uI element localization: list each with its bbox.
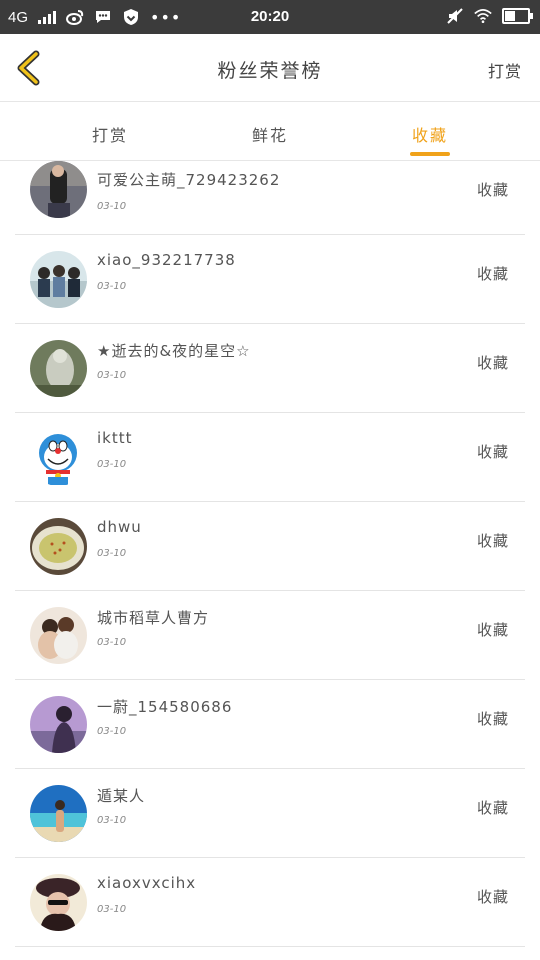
fan-list: 可爱公主萌_729423262 03-10 收藏 xiao_932217738 … xyxy=(0,161,540,947)
active-tab-indicator xyxy=(410,152,450,156)
favorite-label: 收藏 xyxy=(476,181,509,199)
favorite-label: 收藏 xyxy=(476,710,509,728)
list-item[interactable]: dhwu 03-10 收藏 xyxy=(15,502,525,591)
list-item[interactable]: 遁某人 03-10 收藏 xyxy=(15,769,525,858)
list-item[interactable]: ★逝去的&夜的星空☆ 03-10 收藏 xyxy=(15,324,525,413)
date-label: 03-10 xyxy=(97,281,127,292)
avatar xyxy=(30,518,87,575)
date-label: 03-10 xyxy=(97,370,127,381)
list-item[interactable]: xiaoxvxcihx 03-10 收藏 xyxy=(15,858,525,947)
avatar xyxy=(30,874,87,931)
date-label: 03-10 xyxy=(97,726,127,737)
status-bar: 4G ••• 20:20 xyxy=(0,0,540,34)
favorite-label: 收藏 xyxy=(476,354,509,372)
favorite-label: 收藏 xyxy=(476,621,509,639)
avatar xyxy=(30,340,87,397)
list-item[interactable]: xiao_932217738 03-10 收藏 xyxy=(15,235,525,324)
date-label: 03-10 xyxy=(97,815,127,826)
tab-favorites[interactable]: 收藏 xyxy=(390,122,470,146)
date-label: 03-10 xyxy=(97,637,127,648)
date-label: 03-10 xyxy=(97,548,127,559)
avatar xyxy=(30,607,87,664)
avatar xyxy=(30,429,87,486)
user-name: 一蔚_154580686 xyxy=(97,698,233,716)
list-item[interactable]: 城市稻草人曹方 03-10 收藏 xyxy=(15,591,525,680)
user-name: xiaoxvxcihx xyxy=(97,874,197,892)
favorite-label: 收藏 xyxy=(476,532,509,550)
battery-icon xyxy=(502,8,533,24)
avatar xyxy=(30,696,87,753)
user-name: 可爱公主萌_729423262 xyxy=(97,171,281,189)
favorite-label: 收藏 xyxy=(476,443,509,461)
user-name: 城市稻草人曹方 xyxy=(97,609,210,627)
app-header: 粉丝荣誉榜 打赏 xyxy=(0,34,540,102)
date-label: 03-10 xyxy=(97,904,127,915)
tab-bar: 打赏 鲜花 收藏 xyxy=(0,102,540,161)
list-item[interactable]: ikttt 03-10 收藏 xyxy=(15,413,525,502)
user-name: dhwu xyxy=(97,518,142,536)
favorite-label: 收藏 xyxy=(476,888,509,906)
tab-flowers[interactable]: 鲜花 xyxy=(230,122,310,146)
avatar xyxy=(30,785,87,842)
date-label: 03-10 xyxy=(97,201,127,212)
tab-tips[interactable]: 打赏 xyxy=(70,122,150,146)
user-name: ikttt xyxy=(97,429,133,447)
date-label: 03-10 xyxy=(97,459,127,470)
user-name: 遁某人 xyxy=(97,787,146,805)
user-name: ★逝去的&夜的星空☆ xyxy=(97,342,251,360)
avatar xyxy=(30,161,87,218)
mute-icon xyxy=(446,7,464,25)
list-item[interactable]: 一蔚_154580686 03-10 收藏 xyxy=(15,680,525,769)
page-title: 粉丝荣誉榜 xyxy=(217,60,323,82)
avatar xyxy=(30,251,87,308)
wifi-icon xyxy=(474,7,492,25)
tip-button[interactable]: 打赏 xyxy=(488,58,522,82)
favorite-label: 收藏 xyxy=(476,799,509,817)
user-name: xiao_932217738 xyxy=(97,251,236,269)
list-item[interactable]: 可爱公主萌_729423262 03-10 收藏 xyxy=(15,161,525,235)
favorite-label: 收藏 xyxy=(476,265,509,283)
